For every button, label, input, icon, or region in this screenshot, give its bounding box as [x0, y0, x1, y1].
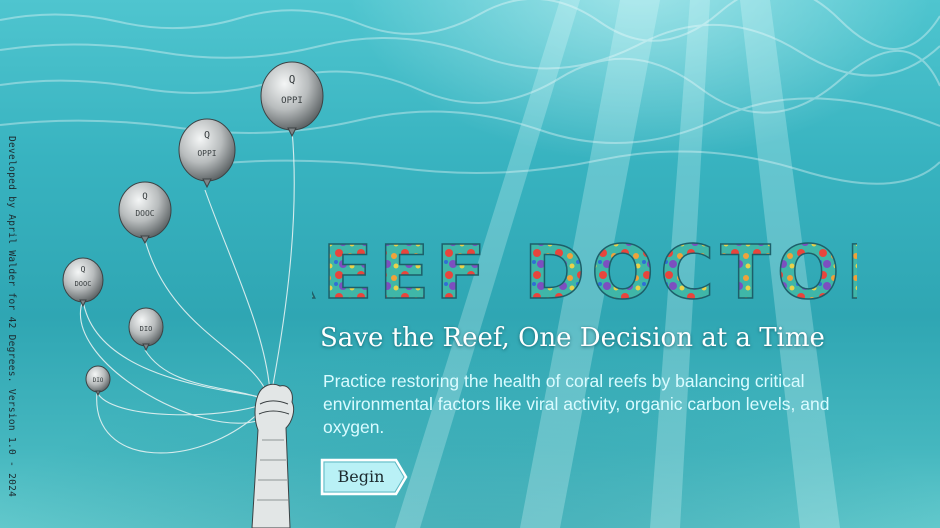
balloon-label: DOOC: [135, 209, 154, 218]
balloon-label: DIO: [140, 325, 153, 333]
begin-button[interactable]: Begin: [320, 458, 408, 496]
hand-holding-balloons-illustration: Q OPPI Q OPPI Q DOOC Q DOOC DIO DIO: [62, 61, 324, 528]
svg-text:Q: Q: [289, 73, 296, 86]
balloon-label: DOOC: [75, 280, 92, 288]
underwater-background: Q OPPI Q OPPI Q DOOC Q DOOC DIO DIO Deve…: [0, 0, 940, 528]
game-description: Practice restoring the health of coral r…: [323, 371, 830, 437]
game-title-logo: REEF DOCTOR: [312, 229, 857, 314]
svg-text:Q: Q: [204, 130, 210, 141]
begin-button-label: Begin: [337, 467, 385, 486]
svg-text:Q: Q: [81, 265, 86, 274]
balloon-label: OPPI: [281, 96, 303, 106]
balloon-label: OPPI: [197, 149, 216, 158]
game-subtitle: Save the Reef, One Decision at a Time: [320, 323, 825, 353]
game-title: REEF DOCTOR: [312, 230, 857, 314]
balloon-label: DIO: [93, 377, 104, 384]
svg-text:Q: Q: [142, 192, 147, 202]
developer-credit: Developed by April Walder for 42 Degrees…: [6, 136, 17, 498]
